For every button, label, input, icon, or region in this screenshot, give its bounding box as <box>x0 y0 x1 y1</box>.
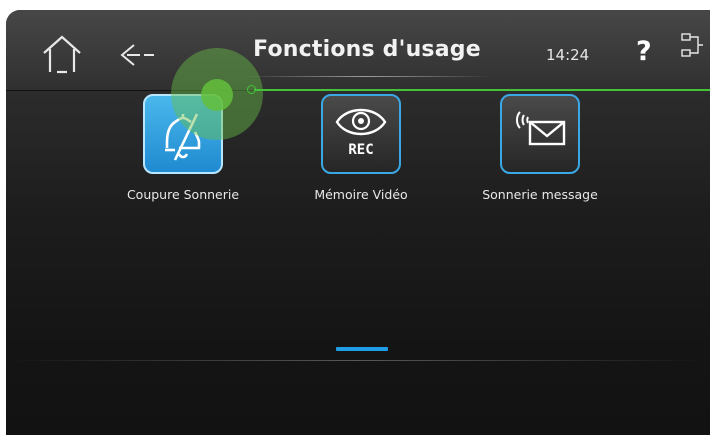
network-icon[interactable] <box>678 30 704 64</box>
eye-rec-icon <box>335 108 387 136</box>
touch-point <box>201 79 233 111</box>
message-envelope-icon <box>516 111 566 146</box>
message-ringtone-button[interactable] <box>500 94 580 174</box>
ringer-off-label: Coupure Sonnerie <box>126 187 240 202</box>
page-title: Fonctions d'usage <box>253 37 481 62</box>
message-ringtone-label: Sonnerie message <box>482 187 598 202</box>
video-memory-button[interactable]: REC <box>321 94 401 174</box>
help-button[interactable]: ? <box>636 36 652 67</box>
home-icon[interactable] <box>40 32 84 76</box>
bottom-divider <box>6 360 710 361</box>
back-arrow-icon[interactable] <box>118 42 158 68</box>
title-underline <box>242 76 492 77</box>
clock-time: 14:24 <box>546 46 590 64</box>
rec-text: REC <box>348 142 373 158</box>
page-indicator <box>336 347 388 351</box>
video-memory-label: Mémoire Vidéo <box>314 187 408 202</box>
device-screen: Fonctions d'usage 14:24 ? Coupure Sonner… <box>6 10 710 435</box>
touch-trace-line <box>254 89 710 91</box>
